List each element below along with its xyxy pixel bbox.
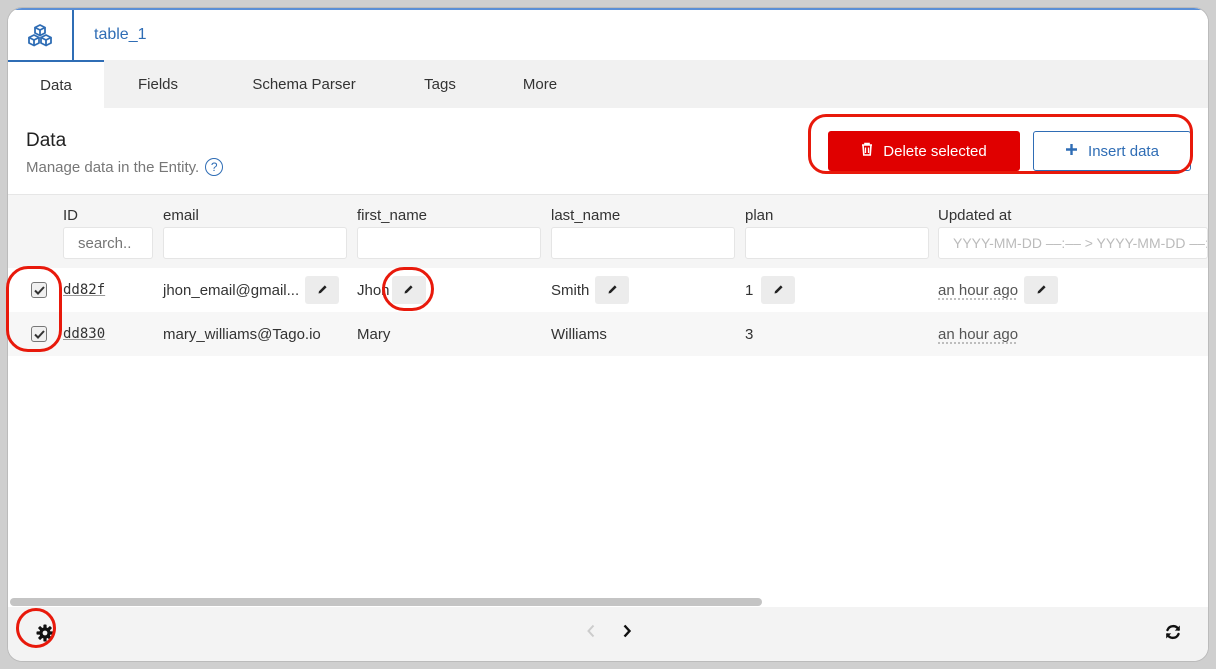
last-name-filter-input[interactable] xyxy=(551,227,735,259)
row-id[interactable]: dd830 xyxy=(63,312,105,356)
tab-bar: Data Fields Schema Parser Tags More xyxy=(8,60,1208,108)
scrollbar-thumb[interactable] xyxy=(10,598,762,606)
pencil-icon xyxy=(1036,283,1047,298)
row-updated-at: an hour ago xyxy=(938,325,1019,343)
edit-last-name-button[interactable] xyxy=(595,276,630,304)
edit-plan-button[interactable] xyxy=(761,276,796,304)
section-title: Data xyxy=(26,130,67,151)
delete-selected-button[interactable]: Delete selected xyxy=(828,131,1020,171)
row-email: jhon_email@gmail... xyxy=(163,281,300,299)
settings-button[interactable] xyxy=(30,619,60,649)
plan-filter-input[interactable] xyxy=(745,227,929,259)
column-email[interactable]: email xyxy=(163,207,199,224)
tab-data[interactable]: Data xyxy=(8,60,104,108)
table-header: ID email first_name last_name plan Updat… xyxy=(8,194,1208,268)
next-page-button[interactable] xyxy=(616,621,638,643)
id-filter-input[interactable] xyxy=(63,227,153,259)
table-empty-area xyxy=(8,356,1208,606)
chevron-left-icon xyxy=(586,624,596,641)
tab-more[interactable]: More xyxy=(484,60,596,108)
entity-title: table_1 xyxy=(94,26,147,43)
tab-tags[interactable]: Tags xyxy=(396,60,484,108)
edit-updated-at-button[interactable] xyxy=(1024,276,1059,304)
tab-fields[interactable]: Fields xyxy=(104,60,212,108)
edit-email-button[interactable] xyxy=(305,276,340,304)
pencil-icon xyxy=(773,283,784,298)
column-last-name[interactable]: last_name xyxy=(551,207,620,224)
row-last-name: Williams xyxy=(551,325,607,343)
pencil-icon xyxy=(607,283,618,298)
column-id[interactable]: ID xyxy=(63,207,78,224)
edit-first-name-button[interactable] xyxy=(391,276,426,304)
delete-selected-label: Delete selected xyxy=(883,142,987,160)
section-subtitle: Manage data in the Entity. ? xyxy=(26,158,224,176)
section-subtitle-text: Manage data in the Entity. xyxy=(26,158,200,176)
previous-page-button[interactable] xyxy=(580,621,602,643)
row-email: mary_williams@Tago.io xyxy=(163,325,321,343)
plus-icon xyxy=(1065,143,1078,160)
first-name-filter-input[interactable] xyxy=(357,227,541,259)
pencil-icon xyxy=(403,283,414,298)
chevron-right-icon xyxy=(622,624,632,641)
table-row: dd82f jhon_email@gmail... Jhon Smith 1 a… xyxy=(8,268,1208,312)
row-first-name: Mary xyxy=(357,325,391,343)
insert-data-button[interactable]: Insert data xyxy=(1033,131,1191,171)
pencil-icon xyxy=(317,283,328,298)
table-footer xyxy=(8,607,1208,661)
column-updated-at[interactable]: Updated at xyxy=(938,207,1011,224)
column-plan[interactable]: plan xyxy=(745,207,773,224)
trash-icon xyxy=(861,142,873,160)
row-checkbox[interactable] xyxy=(31,282,47,298)
row-checkbox[interactable] xyxy=(31,326,47,342)
table-row: dd830 mary_williams@Tago.io Mary William… xyxy=(8,312,1208,356)
row-plan: 1 xyxy=(745,281,754,299)
row-first-name: Jhon xyxy=(357,281,390,299)
entity-window: table_1 Data Fields Schema Parser Tags M… xyxy=(8,8,1208,661)
row-updated-at: an hour ago xyxy=(938,281,1019,299)
row-plan: 3 xyxy=(745,325,754,343)
gear-icon xyxy=(36,624,54,645)
date-range-filter[interactable]: YYYY-MM-DD ––:–– > YYYY-MM-DD ––:–– xyxy=(938,227,1208,259)
refresh-button[interactable] xyxy=(1159,619,1187,647)
help-icon[interactable]: ? xyxy=(205,158,224,176)
horizontal-scrollbar[interactable] xyxy=(8,597,1208,607)
cubes-icon xyxy=(8,10,74,60)
insert-data-label: Insert data xyxy=(1088,142,1159,160)
tab-schema-parser[interactable]: Schema Parser xyxy=(212,60,396,108)
section-header: Data Manage data in the Entity. ? Delete… xyxy=(8,108,1208,194)
column-first-name[interactable]: first_name xyxy=(357,207,427,224)
row-last-name: Smith xyxy=(551,281,590,299)
email-filter-input[interactable] xyxy=(163,227,347,259)
top-bar: table_1 xyxy=(8,8,1208,60)
row-id[interactable]: dd82f xyxy=(63,268,105,312)
refresh-icon xyxy=(1164,623,1182,644)
